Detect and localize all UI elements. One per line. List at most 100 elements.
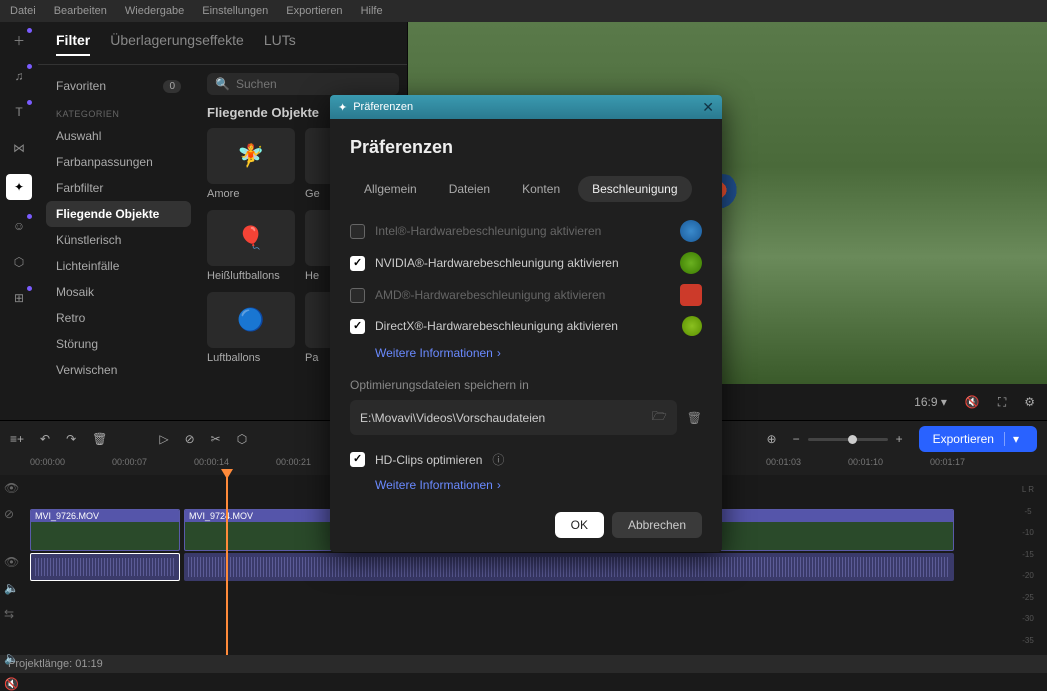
effects-icon[interactable]: ✦ — [6, 174, 32, 200]
dtab-accounts[interactable]: Konten — [508, 176, 574, 202]
thumb-luftballons[interactable]: 🔵Luftballons — [207, 292, 295, 364]
tab-filter[interactable]: Filter — [56, 32, 90, 56]
opt-directx[interactable]: DirectX®-Hardwarebeschleunigung aktivier… — [350, 316, 702, 336]
mute-icon[interactable]: 🔇 — [965, 395, 980, 409]
aspect-label[interactable]: 16:9 ▾ — [914, 395, 947, 409]
text-icon[interactable]: T — [9, 102, 29, 122]
audio-clip-1[interactable] — [30, 553, 180, 581]
thumb-amore[interactable]: 🧚Amore — [207, 128, 295, 200]
favorites-label: Favoriten — [56, 79, 106, 93]
export-button[interactable]: Exportieren ▾ — [919, 426, 1037, 452]
cat-fliegende-objekte[interactable]: Fliegende Objekte — [46, 201, 191, 227]
cat-farbfilter[interactable]: Farbfilter — [46, 175, 191, 201]
menu-settings[interactable]: Einstellungen — [202, 5, 268, 17]
shield-icon[interactable]: ⬡ — [237, 432, 247, 446]
info-icon[interactable]: ⓘ — [492, 451, 504, 468]
cat-kunstlerisch[interactable]: Künstlerisch — [46, 227, 191, 253]
dialog-heading: Präferenzen — [350, 137, 702, 158]
opt-amd[interactable]: AMD®-Hardwarebeschleunigung aktivieren — [350, 284, 702, 306]
chevron-down-icon[interactable]: ▾ — [1004, 432, 1019, 446]
cat-retro[interactable]: Retro — [46, 305, 191, 331]
menu-playback[interactable]: Wiedergabe — [125, 5, 184, 17]
menu-edit[interactable]: Bearbeiten — [54, 5, 107, 17]
cat-storung[interactable]: Störung — [46, 331, 191, 357]
opt-nvidia[interactable]: NVIDIA®-Hardwarebeschleunigung aktiviere… — [350, 252, 702, 274]
close-icon[interactable]: ✕ — [702, 99, 714, 116]
add-track-icon[interactable]: ≡+ — [10, 432, 24, 446]
more-info-link-2[interactable]: Weitere Informationen› — [375, 478, 501, 492]
sound2-icon[interactable]: 🔈 — [4, 651, 26, 665]
tl-undo-icon[interactable]: ↶ — [40, 432, 50, 446]
menu-export[interactable]: Exportieren — [286, 5, 342, 17]
cancel-button[interactable]: Abbrechen — [612, 512, 702, 538]
link-track-icon[interactable]: ⊘ — [4, 507, 26, 521]
clear-path-icon[interactable]: 🗑 — [687, 411, 702, 425]
block-icon[interactable]: ⊘ — [185, 432, 195, 446]
tab-overlay[interactable]: Überlagerungseffekte — [110, 32, 244, 56]
opt-hd-label: HD-Clips optimieren — [375, 453, 482, 467]
search-input[interactable] — [236, 77, 391, 91]
sound-icon[interactable]: 🔈 — [4, 581, 26, 595]
opt-intel[interactable]: Intel®-Hardwarebeschleunigung aktivieren — [350, 220, 702, 242]
thumb-heissluftballons[interactable]: 🎈Heißluftballons — [207, 210, 295, 282]
favorites-count: 0 — [163, 80, 181, 93]
add-icon[interactable]: ＋ — [9, 30, 29, 50]
cut-icon[interactable]: ✂ — [211, 432, 221, 446]
cat-lichteinfalle[interactable]: Lichteinfälle — [46, 253, 191, 279]
adjust-icon[interactable]: ⊕ — [767, 432, 777, 446]
clip-1[interactable]: MVI_9726.MOV — [30, 509, 180, 551]
export-label: Exportieren — [933, 432, 994, 446]
amd-icon — [680, 284, 702, 306]
tab-luts[interactable]: LUTs — [264, 32, 296, 56]
dtab-general[interactable]: Allgemein — [350, 176, 431, 202]
dtab-files[interactable]: Dateien — [435, 176, 504, 202]
browse-icon[interactable]: 🗁 — [652, 407, 667, 428]
dialog-icon: ✦ — [338, 101, 347, 114]
status-bar: Projektlänge: 01:19 — [0, 655, 1047, 673]
zoom-slider[interactable]: − + — [793, 432, 903, 446]
menu-help[interactable]: Hilfe — [361, 5, 383, 17]
zoom-in-icon[interactable]: + — [896, 432, 903, 446]
pointer-icon[interactable]: ▷ — [159, 432, 168, 446]
elements-icon[interactable]: ⬡ — [9, 252, 29, 272]
lock-icon[interactable]: ⇆ — [4, 607, 26, 621]
audio-icon[interactable]: ♫ — [9, 66, 29, 86]
eye-icon[interactable]: 👁 — [4, 481, 26, 495]
eye2-icon[interactable]: 👁 — [4, 555, 26, 569]
checkbox-nvidia[interactable] — [350, 256, 365, 271]
menubar: Datei Bearbeiten Wiedergabe Einstellunge… — [0, 0, 1047, 22]
ok-button[interactable]: OK — [555, 512, 604, 538]
settings-icon[interactable]: ⚙ — [1024, 395, 1035, 409]
checkbox-hd[interactable] — [350, 452, 365, 467]
dialog-titlebar[interactable]: ✦ Präferenzen ✕ — [330, 95, 722, 119]
preferences-dialog: ✦ Präferenzen ✕ Präferenzen Allgemein Da… — [330, 95, 722, 552]
more-icon[interactable]: ⊞ — [9, 288, 29, 308]
stickers-icon[interactable]: ☺ — [9, 216, 29, 236]
save-path-field[interactable]: E:\Movavi\Videos\Vorschaudateien 🗁 — [350, 400, 677, 435]
checkbox-intel[interactable] — [350, 224, 365, 239]
tool-rail: ＋ ♫ T ⋈ ✦ ☺ ⬡ ⊞ — [0, 22, 38, 420]
fullscreen-icon[interactable]: ⛶ — [998, 395, 1006, 410]
dtab-acceleration[interactable]: Beschleunigung — [578, 176, 691, 202]
tl-delete-icon[interactable]: 🗑 — [92, 432, 107, 446]
checkbox-directx[interactable] — [350, 319, 365, 334]
cat-farbanpassungen[interactable]: Farbanpassungen — [46, 149, 191, 175]
opt-hd[interactable]: HD-Clips optimieren ⓘ — [350, 451, 702, 468]
playhead[interactable] — [226, 475, 228, 655]
cat-verwischen[interactable]: Verwischen — [46, 357, 191, 383]
search-box[interactable]: 🔍 — [207, 73, 399, 95]
cat-auswahl[interactable]: Auswahl — [46, 123, 191, 149]
zoom-out-icon[interactable]: − — [793, 432, 800, 446]
dialog-title: Präferenzen — [353, 101, 413, 113]
link-icon[interactable]: ⋈ — [9, 138, 29, 158]
search-icon: 🔍 — [215, 77, 230, 91]
checkbox-amd[interactable] — [350, 288, 365, 303]
favorites-row[interactable]: Favoriten 0 — [46, 73, 191, 99]
more-info-link-1[interactable]: Weitere Informationen› — [375, 346, 501, 360]
nvidia-icon — [680, 252, 702, 274]
tl-redo-icon[interactable]: ↷ — [66, 432, 76, 446]
cat-mosaik[interactable]: Mosaik — [46, 279, 191, 305]
audio-clip-2[interactable] — [184, 553, 954, 581]
mute2-icon[interactable]: 🔇 — [4, 677, 26, 691]
menu-file[interactable]: Datei — [10, 5, 36, 17]
